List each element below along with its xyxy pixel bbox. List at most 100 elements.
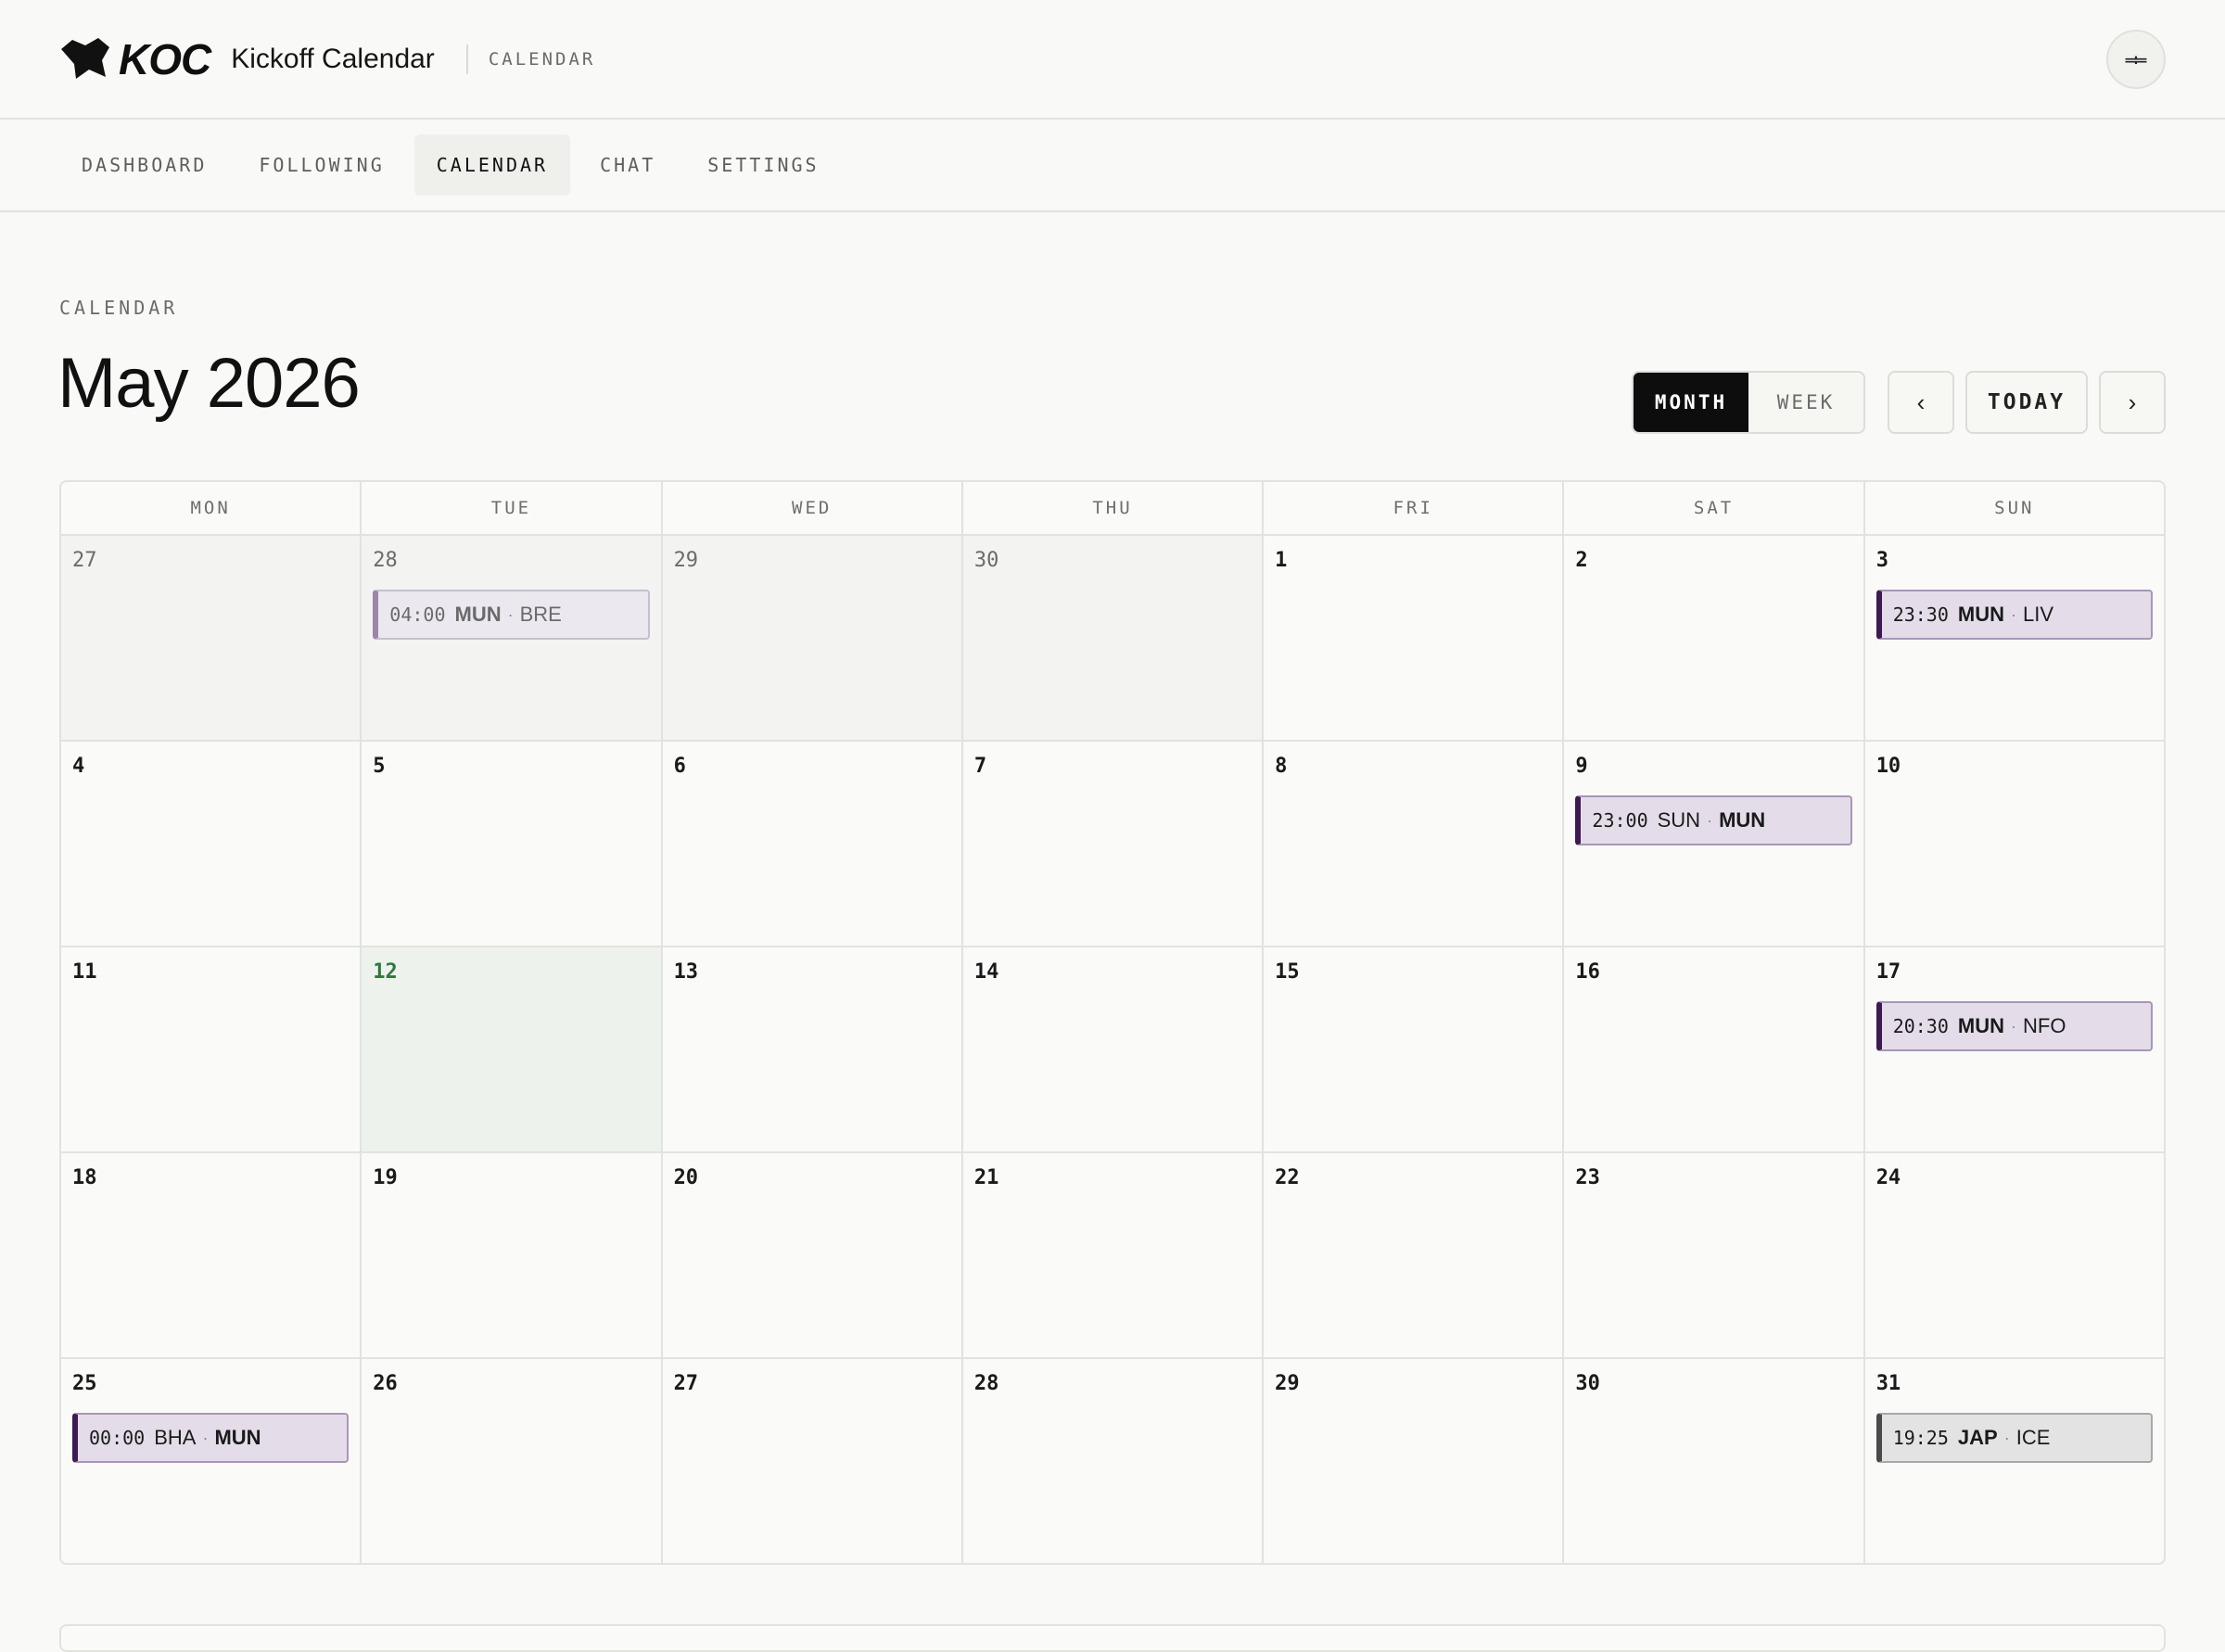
day-number: 2 <box>1575 549 1588 572</box>
event-separator: · <box>2003 1428 2010 1447</box>
match-event[interactable]: 23:00 SUN · MUN <box>1575 795 1852 845</box>
day-cell[interactable]: 26 <box>362 1359 663 1563</box>
event-away-team: LIV <box>2023 603 2054 626</box>
event-away-team: NFO <box>2023 1014 2066 1037</box>
day-number: 23 <box>1575 1166 1600 1189</box>
event-time: 00:00 <box>89 1427 146 1449</box>
day-cell[interactable]: 14 <box>963 947 1265 1151</box>
prev-month-button[interactable]: ‹ <box>1888 371 1954 434</box>
day-cell[interactable]: 10 <box>1865 742 2164 946</box>
day-cell[interactable]: 30 <box>962 536 1265 740</box>
brand[interactable]: KOC Kickoff Calendar <box>59 34 435 84</box>
day-cell[interactable]: 31 19:25 JAP · ICE <box>1865 1359 2164 1563</box>
event-time: 20:30 <box>1892 1015 1949 1037</box>
day-cell[interactable]: 7 <box>963 742 1265 946</box>
top-bar: KOC Kickoff Calendar CALENDAR ᆃ <box>0 0 2225 120</box>
day-number: 17 <box>1875 960 1901 984</box>
nav-chat[interactable]: CHAT <box>578 134 678 196</box>
day-cell[interactable]: 11 <box>61 947 362 1151</box>
day-number: 16 <box>1575 960 1600 984</box>
day-cell[interactable]: 8 <box>1264 742 1565 946</box>
day-cell[interactable]: 23 <box>1564 1153 1865 1357</box>
day-cell[interactable]: 29 <box>1264 1359 1565 1563</box>
match-event[interactable]: 04:00 MUN · BRE <box>373 590 650 640</box>
match-event[interactable]: 00:00 BHA · MUN <box>72 1413 350 1463</box>
day-cell[interactable]: 15 <box>1264 947 1565 1151</box>
month-view-button[interactable]: MONTH <box>1634 373 1748 432</box>
day-number: 9 <box>1575 755 1588 778</box>
week-row: 25 00:00 BHA · MUN 26 27 28 29 30 31 19:25 JAP · ICE <box>61 1359 2164 1563</box>
day-number: 5 <box>373 755 386 778</box>
day-cell[interactable]: 20 <box>663 1153 963 1357</box>
day-cell[interactable]: 27 <box>61 536 362 740</box>
weekday-sat: SAT <box>1564 482 1865 534</box>
day-cell[interactable]: 18 <box>61 1153 362 1357</box>
event-home-team: SUN <box>1657 808 1701 832</box>
day-cell[interactable]: 21 <box>963 1153 1265 1357</box>
day-number: 31 <box>1875 1372 1901 1395</box>
event-home-team: MUN <box>1957 1014 2005 1037</box>
event-home-team: MUN <box>1957 603 2005 626</box>
day-cell[interactable]: 19 <box>362 1153 663 1357</box>
event-time: 23:30 <box>1892 604 1949 626</box>
page-eyebrow: CALENDAR <box>59 297 179 319</box>
weekday-header-row: MON TUE WED THU FRI SAT SUN <box>61 482 2164 536</box>
nav-dashboard[interactable]: DASHBOARD <box>59 134 229 196</box>
match-event[interactable]: 19:25 JAP · ICE <box>1875 1413 2153 1463</box>
day-number: 12 <box>373 960 398 984</box>
day-cell[interactable]: 29 <box>662 536 963 740</box>
day-number: 19 <box>373 1166 398 1189</box>
week-view-button[interactable]: WEEK <box>1748 373 1863 432</box>
day-number: 18 <box>72 1166 97 1189</box>
day-cell[interactable]: 22 <box>1264 1153 1565 1357</box>
event-home-team: BHA <box>154 1426 197 1449</box>
event-separator: · <box>2011 604 2017 624</box>
event-time: 19:25 <box>1892 1427 1949 1449</box>
event-separator: · <box>202 1428 209 1447</box>
weekday-fri: FRI <box>1264 482 1565 534</box>
day-cell[interactable]: 24 <box>1865 1153 2164 1357</box>
day-number: 13 <box>673 960 699 984</box>
day-cell[interactable]: 17 20:30 MUN · NFO <box>1865 947 2164 1151</box>
day-cell[interactable]: 6 <box>663 742 963 946</box>
logo-icon <box>61 37 109 79</box>
day-cell[interactable]: 9 23:00 SUN · MUN <box>1564 742 1865 946</box>
day-number: 24 <box>1875 1166 1901 1189</box>
nav-settings[interactable]: SETTINGS <box>685 134 841 196</box>
event-time: 04:00 <box>389 604 446 626</box>
user-avatar[interactable]: ᆃ <box>2106 30 2166 89</box>
match-event[interactable]: 20:30 MUN · NFO <box>1875 1001 2153 1051</box>
nav-calendar[interactable]: CALENDAR <box>413 134 571 196</box>
next-month-button[interactable]: › <box>2099 371 2166 434</box>
day-cell[interactable]: 25 00:00 BHA · MUN <box>61 1359 362 1563</box>
day-number: 30 <box>973 549 999 572</box>
day-cell[interactable]: 5 <box>362 742 663 946</box>
section-tag: CALENDAR <box>488 48 596 70</box>
day-cell[interactable]: 2 <box>1564 536 1865 740</box>
day-cell-today[interactable]: 12 <box>362 947 663 1151</box>
day-cell[interactable]: 3 23:30 MUN · LIV <box>1865 536 2164 740</box>
view-toggle: MONTH WEEK <box>1632 371 1865 434</box>
day-number: 4 <box>72 755 85 778</box>
day-number: 27 <box>673 1372 699 1395</box>
day-cell[interactable]: 28 <box>963 1359 1265 1563</box>
day-number: 29 <box>1275 1372 1300 1395</box>
nav-following[interactable]: FOLLOWING <box>236 134 406 196</box>
event-separator: · <box>1707 810 1713 830</box>
event-away-team: MUN <box>214 1426 261 1449</box>
day-cell[interactable]: 13 <box>663 947 963 1151</box>
day-number: 8 <box>1275 755 1288 778</box>
day-cell[interactable]: 27 <box>663 1359 963 1563</box>
weekday-tue: TUE <box>362 482 663 534</box>
day-cell[interactable]: 1 <box>1264 536 1565 740</box>
day-cell[interactable]: 4 <box>61 742 362 946</box>
day-number: 25 <box>72 1372 97 1395</box>
day-cell[interactable]: 30 <box>1564 1359 1865 1563</box>
day-cell[interactable]: 28 04:00 MUN · BRE <box>362 536 663 740</box>
day-cell[interactable]: 16 <box>1564 947 1865 1151</box>
page-title: May 2026 <box>57 344 361 423</box>
event-away-team: MUN <box>1719 808 1766 832</box>
day-number: 15 <box>1275 960 1300 984</box>
match-event[interactable]: 23:30 MUN · LIV <box>1875 590 2153 640</box>
today-button[interactable]: TODAY <box>1965 371 2088 434</box>
